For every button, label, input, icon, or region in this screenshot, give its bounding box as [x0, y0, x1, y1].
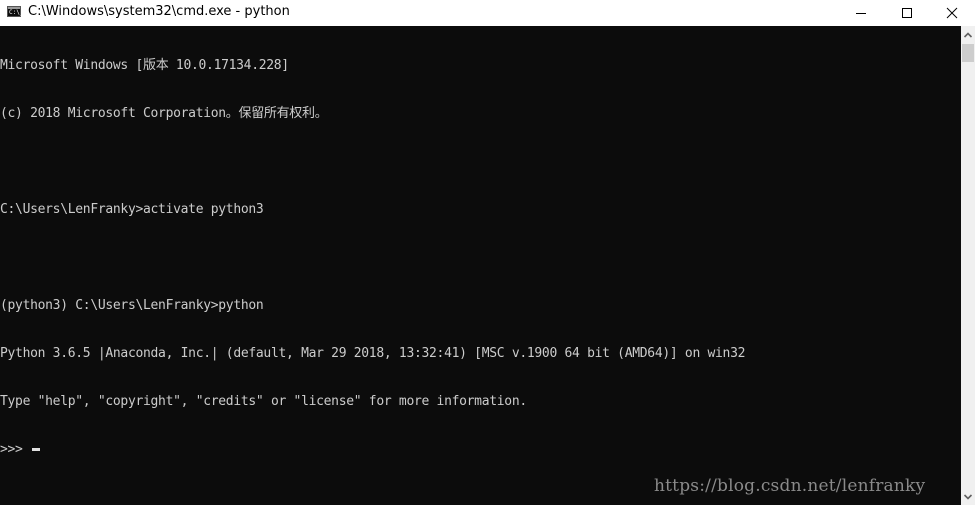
close-button[interactable] [929, 0, 975, 26]
scroll-up-button[interactable] [961, 26, 975, 43]
console-line: Python 3.6.5 |Anaconda, Inc.| (default, … [0, 346, 746, 361]
console-line: Microsoft Windows [版本 10.0.17134.228] [0, 58, 289, 73]
scrollbar-thumb[interactable] [962, 44, 974, 62]
maximize-icon [902, 8, 912, 18]
console-line: (python3) C:\Users\LenFranky>python [0, 298, 264, 313]
console-line: (c) 2018 Microsoft Corporation。保留所有权利。 [0, 106, 328, 121]
minimize-button[interactable] [838, 0, 884, 26]
console-line: Type "help", "copyright", "credits" or "… [0, 394, 527, 409]
scroll-down-button[interactable] [961, 488, 975, 505]
console-output[interactable]: Microsoft Windows [版本 10.0.17134.228] (c… [0, 26, 961, 505]
cmd-app-icon[interactable]: C:\_ [7, 6, 23, 17]
title-bar[interactable]: C:\_ C:\Windows\system32\cmd.exe - pytho… [0, 0, 975, 26]
chevron-up-icon [963, 31, 973, 38]
vertical-scrollbar[interactable] [961, 26, 975, 505]
console-line: C:\Users\LenFranky>activate python3 [0, 202, 264, 217]
maximize-button[interactable] [884, 0, 930, 26]
window-title: C:\Windows\system32\cmd.exe - python [28, 4, 290, 19]
chevron-down-icon [963, 493, 973, 500]
watermark-text: https://blog.csdn.net/lenfranky [654, 476, 926, 496]
text-cursor [32, 448, 41, 451]
prompt-line[interactable]: >>> [0, 442, 961, 458]
minimize-icon [856, 13, 866, 14]
python-prompt: >>> [0, 442, 31, 457]
close-icon [946, 7, 958, 19]
